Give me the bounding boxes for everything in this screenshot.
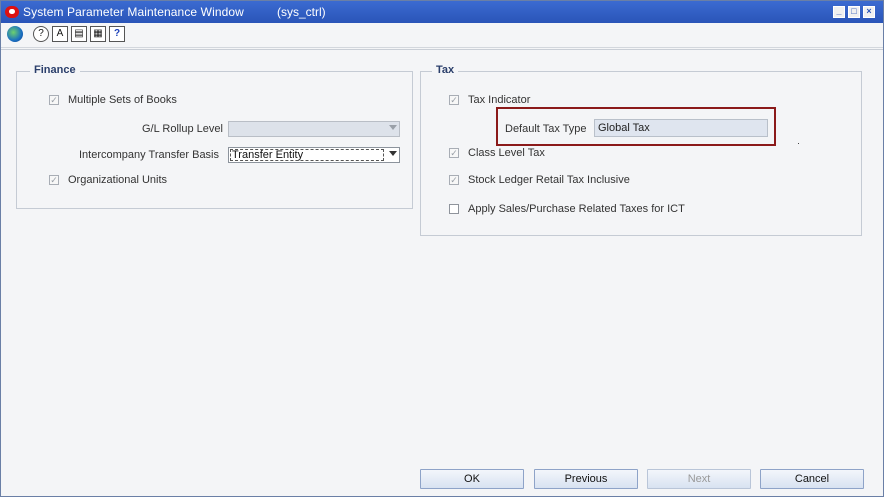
world-help-icon[interactable]: ? xyxy=(33,26,49,42)
org-units-label: Organizational Units xyxy=(68,174,168,186)
window-module-name: (sys_ctrl) xyxy=(277,5,326,19)
intercompany-value: Transfer Entity xyxy=(232,149,304,161)
title-bar[interactable]: System Parameter Maintenance Window (sys… xyxy=(1,1,883,23)
translate-icon[interactable]: A xyxy=(52,26,68,42)
close-icon[interactable]: × xyxy=(863,6,875,18)
previous-button[interactable]: Previous xyxy=(534,469,638,489)
toolbar: ? A ▤ ▦ ? xyxy=(1,23,883,48)
chevron-down-icon xyxy=(389,125,397,130)
class-level-tax-label: Class Level Tax xyxy=(468,147,545,159)
help-icon[interactable]: ? xyxy=(109,26,125,42)
default-tax-type-label: Default Tax Type xyxy=(505,123,587,135)
stock-ledger-checkbox[interactable]: ✓ xyxy=(449,175,459,185)
maximize-icon[interactable]: □ xyxy=(848,6,860,18)
globe-icon[interactable] xyxy=(7,26,23,42)
chevron-down-icon xyxy=(389,151,397,156)
cancel-button[interactable]: Cancel xyxy=(760,469,864,489)
next-button[interactable]: Next xyxy=(647,469,751,489)
tax-indicator-checkbox[interactable]: ✓ xyxy=(449,95,459,105)
oracle-logo-icon xyxy=(5,6,19,18)
clipboard-icon[interactable]: ▤ xyxy=(71,26,87,42)
sales-purchase-tax-checkbox[interactable] xyxy=(449,204,459,214)
minimize-icon[interactable]: _ xyxy=(833,6,845,18)
window-title: System Parameter Maintenance Window xyxy=(23,5,244,19)
stray-pixel xyxy=(798,143,799,144)
tax-legend: Tax xyxy=(432,64,459,76)
finance-legend: Finance xyxy=(30,64,80,76)
finance-group: Finance xyxy=(16,64,413,209)
stock-ledger-label: Stock Ledger Retail Tax Inclusive xyxy=(468,174,630,186)
toolbar-divider xyxy=(1,49,883,50)
sales-purchase-tax-label: Apply Sales/Purchase Related Taxes for I… xyxy=(468,203,685,215)
default-tax-type-field[interactable]: Global Tax xyxy=(594,119,768,137)
multiple-books-checkbox[interactable]: ✓ xyxy=(49,95,59,105)
intercompany-select[interactable]: Transfer Entity xyxy=(228,147,400,163)
gl-rollup-label: G/L Rollup Level xyxy=(142,123,223,135)
gl-rollup-select[interactable] xyxy=(228,121,400,137)
system-parameter-window: System Parameter Maintenance Window (sys… xyxy=(0,0,884,497)
ok-button[interactable]: OK xyxy=(420,469,524,489)
class-level-tax-checkbox[interactable]: ✓ xyxy=(449,148,459,158)
org-units-checkbox[interactable]: ✓ xyxy=(49,175,59,185)
tax-indicator-label: Tax Indicator xyxy=(468,94,531,106)
multiple-books-label: Multiple Sets of Books xyxy=(68,94,177,106)
printer-icon[interactable]: ▦ xyxy=(90,26,106,42)
intercompany-label: Intercompany Transfer Basis xyxy=(79,149,220,161)
